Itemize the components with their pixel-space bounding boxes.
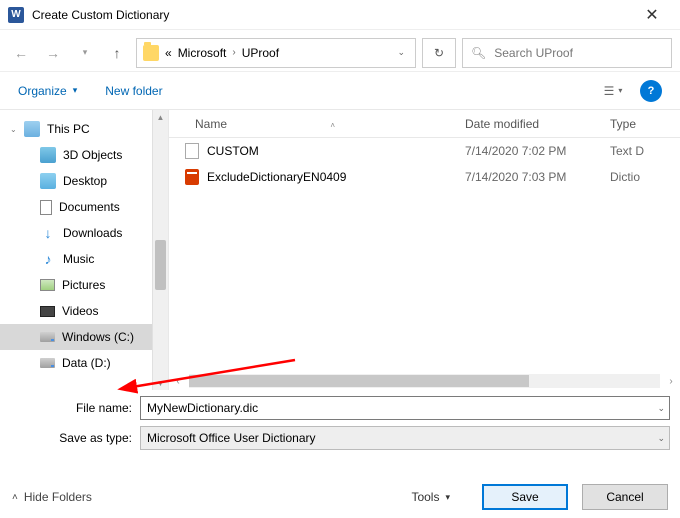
word-app-icon: W: [8, 7, 24, 23]
chevron-right-icon[interactable]: ›: [232, 47, 235, 58]
tree-downloads[interactable]: ↓ Downloads: [0, 220, 152, 246]
tree-desktop[interactable]: Desktop: [0, 168, 152, 194]
sort-indicator-icon: ˄: [330, 121, 335, 130]
chevron-down-icon[interactable]: ⌄: [657, 403, 665, 414]
column-headers: Name ˄ Date modified Type: [169, 110, 680, 138]
filename-label: File name:: [10, 401, 140, 415]
scroll-up-icon[interactable]: ▲: [153, 110, 168, 124]
tree-music[interactable]: ♪ Music: [0, 246, 152, 272]
file-row[interactable]: CUSTOM 7/14/2020 7:02 PM Text D: [169, 138, 680, 164]
collapse-icon[interactable]: ⌄: [10, 125, 17, 134]
search-input[interactable]: 🔍︎ Search UProof: [462, 38, 672, 68]
column-name[interactable]: Name ˄: [175, 117, 465, 131]
file-name: CUSTOM: [207, 144, 259, 158]
file-name: ExcludeDictionaryEN0409: [207, 170, 346, 184]
hscroll-thumb[interactable]: [189, 375, 529, 387]
tree-pictures[interactable]: Pictures: [0, 272, 152, 298]
organize-menu[interactable]: Organize ▾: [18, 84, 77, 98]
hscroll-left[interactable]: ‹: [169, 376, 187, 387]
office-file-icon: [185, 169, 199, 185]
music-icon: ♪: [40, 251, 56, 267]
dialog-title: Create Custom Dictionary: [32, 8, 632, 22]
nav-forward-button[interactable]: →: [40, 40, 66, 66]
nav-back-button[interactable]: ←: [8, 40, 34, 66]
tree-drive-d[interactable]: Data (D:): [0, 350, 152, 376]
search-icon: 🔍︎: [471, 46, 486, 60]
chevron-down-icon[interactable]: ⌄: [657, 433, 665, 444]
file-type: Text D: [610, 144, 670, 158]
refresh-button[interactable]: ↻: [422, 38, 456, 68]
search-placeholder: Search UProof: [494, 46, 573, 60]
navigation-tree: ⌄ This PC 3D Objects Desktop Documents ↓…: [0, 110, 152, 390]
close-button[interactable]: ✕: [632, 1, 672, 29]
chevron-down-icon: ▾: [618, 86, 622, 95]
tree-videos[interactable]: Videos: [0, 298, 152, 324]
file-date: 7/14/2020 7:02 PM: [465, 144, 610, 158]
breadcrumb-segment[interactable]: Microsoft: [178, 46, 227, 60]
hide-folders-button[interactable]: ˄ Hide Folders: [12, 490, 92, 504]
address-bar[interactable]: « Microsoft › UProof ⌄: [136, 38, 416, 68]
download-icon: ↓: [40, 225, 56, 241]
filename-input[interactable]: MyNewDictionary.dic ⌄: [140, 396, 670, 420]
savetype-label: Save as type:: [10, 431, 140, 445]
file-type: Dictio: [610, 170, 670, 184]
pc-icon: [24, 121, 40, 137]
column-date[interactable]: Date modified: [465, 117, 610, 131]
drive-icon: [40, 332, 55, 342]
tree-scrollbar[interactable]: ▲ ▼: [152, 110, 168, 390]
breadcrumb-segment[interactable]: UProof: [242, 46, 279, 60]
folder-icon: [143, 45, 159, 61]
scroll-thumb[interactable]: [155, 240, 166, 290]
file-date: 7/14/2020 7:03 PM: [465, 170, 610, 184]
list-view-icon: ☰: [604, 84, 615, 98]
chevron-down-icon: ▾: [73, 85, 78, 96]
column-type[interactable]: Type: [610, 117, 670, 131]
save-button[interactable]: Save: [482, 484, 568, 510]
breadcrumb-prefix: «: [165, 46, 172, 60]
savetype-dropdown[interactable]: Microsoft Office User Dictionary ⌄: [140, 426, 670, 450]
chevron-down-icon: ▾: [445, 492, 450, 503]
scroll-down-icon[interactable]: ▼: [153, 376, 168, 390]
tree-drive-c[interactable]: Windows (C:): [0, 324, 152, 350]
cancel-button[interactable]: Cancel: [582, 484, 668, 510]
chevron-up-icon: ˄: [12, 492, 18, 503]
text-file-icon: [185, 143, 199, 159]
tree-documents[interactable]: Documents: [0, 194, 152, 220]
nav-up-button[interactable]: ↑: [104, 40, 130, 66]
view-options-button[interactable]: ☰ ▾: [596, 80, 630, 102]
new-folder-button[interactable]: New folder: [105, 84, 162, 98]
tree-this-pc[interactable]: ⌄ This PC: [0, 116, 152, 142]
tree-3d-objects[interactable]: 3D Objects: [0, 142, 152, 168]
cube-icon: [40, 147, 56, 163]
hscroll-track[interactable]: [189, 374, 660, 388]
drive-icon: [40, 358, 55, 368]
file-row[interactable]: ExcludeDictionaryEN0409 7/14/2020 7:03 P…: [169, 164, 680, 190]
nav-recent-dropdown[interactable]: ▾: [72, 40, 98, 66]
desktop-icon: [40, 173, 56, 189]
tools-menu[interactable]: Tools ▾: [411, 490, 450, 504]
address-dropdown[interactable]: ⌄: [397, 47, 409, 58]
help-button[interactable]: ?: [640, 80, 662, 102]
videos-icon: [40, 306, 55, 317]
document-icon: [40, 200, 52, 215]
hscroll-right[interactable]: ›: [662, 376, 680, 387]
pictures-icon: [40, 279, 55, 291]
